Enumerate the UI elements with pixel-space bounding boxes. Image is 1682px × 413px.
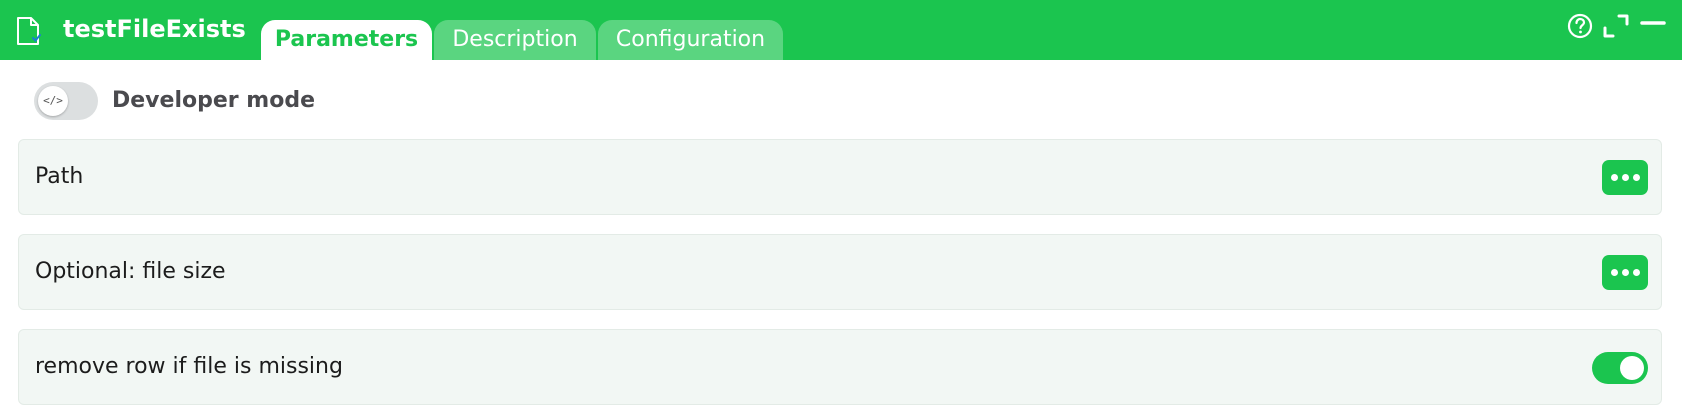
dot-icon (1622, 174, 1629, 181)
file-check-icon (17, 17, 41, 45)
expand-icon[interactable] (1601, 11, 1631, 41)
dot-icon (1633, 269, 1640, 276)
parameter-row-remove-missing: remove row if file is missing (18, 329, 1662, 405)
dot-icon (1611, 269, 1618, 276)
parameter-label: Path (35, 164, 84, 189)
app-title: testFileExists (63, 15, 246, 43)
tab-description[interactable]: Description (434, 20, 596, 60)
help-icon[interactable] (1565, 11, 1595, 41)
file-size-more-button[interactable] (1602, 255, 1648, 290)
dot-icon (1622, 269, 1629, 276)
remove-row-toggle[interactable] (1592, 352, 1648, 384)
dot-icon (1611, 174, 1618, 181)
tab-configuration[interactable]: Configuration (598, 20, 783, 60)
header-bar: testFileExists Parameters Description Co… (0, 0, 1682, 60)
parameter-label: Optional: file size (35, 259, 226, 284)
dot-icon (1633, 174, 1640, 181)
parameter-row-file-size: Optional: file size (18, 234, 1662, 310)
tab-parameters[interactable]: Parameters (261, 20, 432, 60)
developer-mode-toggle[interactable]: </> (34, 82, 98, 120)
path-more-button[interactable] (1602, 160, 1648, 195)
minimize-icon[interactable] (1638, 11, 1668, 41)
parameter-label: remove row if file is missing (35, 354, 343, 379)
toggle-knob (1620, 356, 1644, 380)
developer-mode-label: Developer mode (112, 88, 315, 113)
code-icon: </> (38, 86, 68, 116)
parameter-row-path: Path (18, 139, 1662, 215)
